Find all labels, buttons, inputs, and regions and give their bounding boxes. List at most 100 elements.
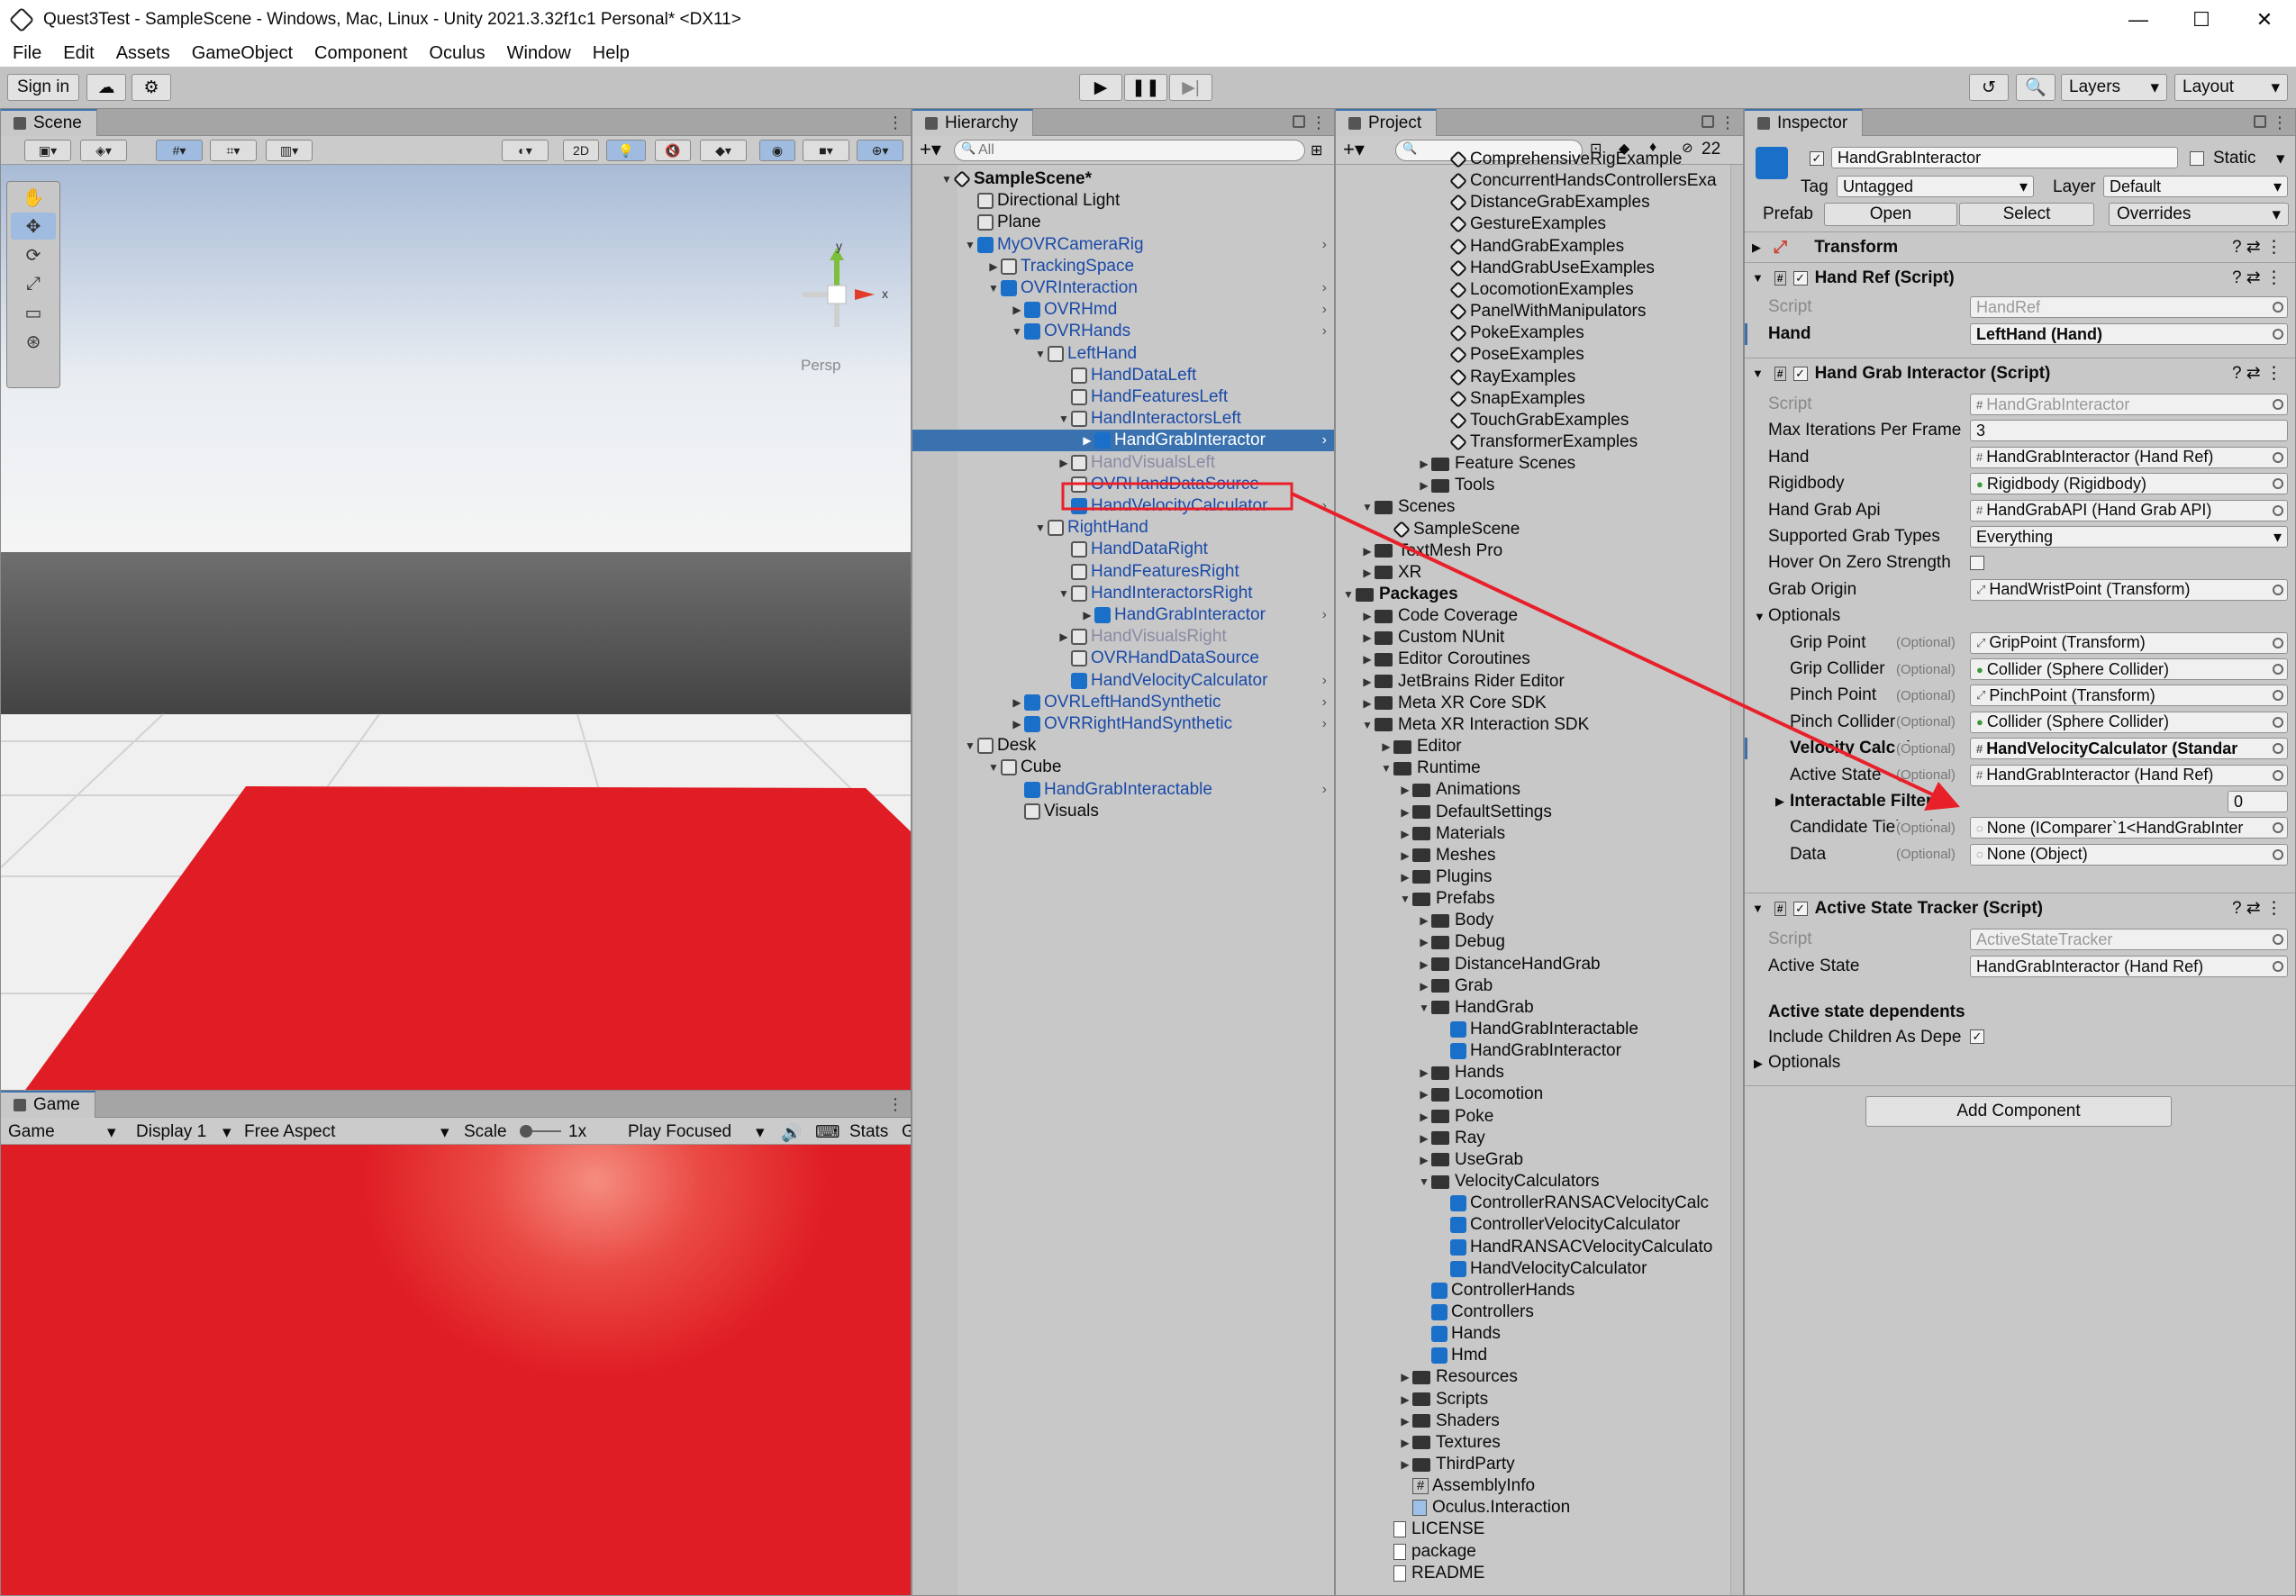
more-icon[interactable]: ⋮ — [887, 1095, 903, 1114]
chevron-down-icon[interactable]: ▼ — [986, 282, 1001, 295]
chevron-down-icon[interactable]: ▼ — [963, 739, 977, 752]
scale-tool-icon[interactable]: ⤢ — [11, 270, 56, 297]
menu-item-oculus[interactable]: Oculus — [416, 43, 494, 64]
chevron-right-icon[interactable]: › — [1322, 498, 1327, 514]
project-row[interactable]: GestureExamples — [1336, 213, 1743, 235]
filters-count-field[interactable]: 0 — [2228, 791, 2288, 812]
aspect-dropdown[interactable]: Free Aspect — [244, 1122, 335, 1142]
project-row[interactable]: ▶ Textures — [1336, 1432, 1743, 1454]
hover-zero-strength-checkbox[interactable] — [1970, 556, 1984, 571]
chevron-right-icon[interactable]: ▶ — [1398, 1393, 1412, 1406]
object-picker-icon[interactable] — [2273, 584, 2283, 595]
chevron-right-icon[interactable]: ▶ — [1360, 676, 1375, 688]
menu-item-edit[interactable]: Edit — [50, 43, 103, 64]
tab-project[interactable]: Project — [1336, 109, 1438, 136]
object-picker-icon[interactable] — [2273, 743, 2283, 755]
stats-button[interactable]: Stats — [849, 1122, 888, 1142]
history-icon[interactable]: ↺ — [1969, 74, 2009, 101]
hierarchy-row[interactable]: ▶ OVRRightHandSynthetic › — [912, 713, 1334, 735]
keyboard-icon[interactable]: ⌨ — [815, 1122, 839, 1143]
field-value[interactable]: ● Rigidbody (Rigidbody) — [1970, 473, 2288, 495]
mute-icon[interactable]: 🔊 — [781, 1122, 803, 1144]
chevron-right-icon[interactable]: ▶ — [1417, 1111, 1431, 1123]
hand-ref-enabled-checkbox[interactable]: ✓ — [1792, 270, 1808, 286]
step-button[interactable]: ▶| — [1169, 74, 1212, 101]
chevron-down-icon[interactable]: ▼ — [1057, 413, 1071, 425]
project-row[interactable]: ▶ Ray — [1336, 1128, 1743, 1149]
object-picker-icon[interactable] — [2273, 451, 2283, 463]
shading-icon[interactable]: ◐▾ — [502, 140, 549, 161]
field-value[interactable]: ◌ None (Object) — [1970, 843, 2288, 866]
component-menu-icons[interactable]: ? ⇄ ⋮ — [2232, 363, 2282, 384]
field-value[interactable]: ⤢ PinchPoint (Transform) — [1970, 685, 2288, 707]
hierarchy-row[interactable]: ▶ HandGrabInteractor › — [912, 604, 1334, 626]
chevron-right-icon[interactable]: ▶ — [1360, 567, 1375, 579]
gizmos-button[interactable]: G — [902, 1122, 911, 1142]
object-name-field[interactable]: HandGrabInteractor — [1831, 147, 2178, 168]
project-row[interactable]: ▼ Packages — [1336, 584, 1743, 605]
field-value[interactable]: ● Collider (Sphere Collider) — [1970, 711, 2288, 733]
field-value[interactable]: 3 — [1970, 420, 2288, 442]
collab-icon[interactable]: ⚙ — [132, 74, 171, 101]
visibility-icon[interactable]: ◉ — [759, 140, 795, 161]
project-row[interactable]: ▶ Meshes — [1336, 845, 1743, 866]
project-row[interactable]: RayExamples — [1336, 367, 1743, 388]
tab-game[interactable]: Game — [1, 1091, 95, 1118]
layers-dropdown[interactable]: Layers ▾ — [2061, 74, 2167, 101]
pause-button[interactable]: ❚❚ — [1124, 74, 1167, 101]
chevron-down-icon[interactable]: ▼ — [1010, 325, 1024, 338]
chevron-down-icon[interactable]: ▼ — [1417, 1175, 1431, 1188]
active-state-tracker-header[interactable]: ▼ # ✓ Active State Tracker (Script) ? ⇄ … — [1745, 893, 2295, 923]
project-row[interactable]: SnapExamples — [1336, 388, 1743, 410]
menu-item-help[interactable]: Help — [580, 43, 639, 64]
more-icon[interactable]: ⋮ — [2272, 113, 2288, 132]
hierarchy-row[interactable]: ▼ Desk — [912, 735, 1334, 757]
chevron-down-icon[interactable]: ▼ — [1057, 587, 1071, 600]
menu-item-component[interactable]: Component — [302, 43, 416, 64]
snap-icon[interactable]: ⌗▾ — [210, 140, 257, 161]
project-row[interactable]: HandGrabInteractor — [1336, 1040, 1743, 1062]
chevron-right-icon[interactable]: ▶ — [1379, 740, 1393, 753]
hierarchy-row[interactable]: ▶ OVRLeftHandSynthetic › — [912, 692, 1334, 713]
project-row[interactable]: ▼ HandGrab — [1336, 997, 1743, 1019]
project-row[interactable]: ▶ TextMesh Pro — [1336, 540, 1743, 562]
hierarchy-row[interactable]: OVRHandDataSource — [912, 648, 1334, 669]
chevron-right-icon[interactable]: ▶ — [1398, 1458, 1412, 1471]
rotate-tool-icon[interactable]: ⟳ — [11, 241, 56, 268]
chevron-right-icon[interactable]: ▶ — [1080, 434, 1094, 447]
lock-icon[interactable] — [2254, 115, 2266, 128]
project-row[interactable]: PokeExamples — [1336, 322, 1743, 344]
object-picker-icon[interactable] — [2273, 822, 2283, 834]
project-row[interactable]: ▶ Meta XR Core SDK — [1336, 693, 1743, 714]
project-row[interactable]: Oculus.Interaction — [1336, 1497, 1743, 1519]
chevron-down-icon[interactable]: ▼ — [1033, 521, 1048, 534]
scale-slider-thumb[interactable] — [520, 1125, 532, 1138]
chevron-right-icon[interactable]: ▶ — [1360, 610, 1375, 622]
project-row[interactable]: ▶ Poke — [1336, 1106, 1743, 1128]
hierarchy-row[interactable]: HandFeaturesLeft — [912, 386, 1334, 408]
chevron-right-icon[interactable]: › — [1322, 782, 1327, 798]
maximize-button[interactable]: ☐ — [2170, 0, 2233, 40]
prefab-open-button[interactable]: Open — [1824, 203, 1957, 226]
gizmos-icon[interactable]: ⊕▾ — [857, 140, 903, 161]
menu-item-gameobject[interactable]: GameObject — [179, 43, 302, 64]
project-row[interactable]: ▼ VelocityCalculators — [1336, 1171, 1743, 1192]
component-menu-icons[interactable]: ? ⇄ ⋮ — [2232, 268, 2282, 288]
static-checkbox[interactable] — [2190, 151, 2204, 166]
chevron-right-icon[interactable]: › — [1322, 607, 1327, 623]
search-icon[interactable]: 🔍 — [2016, 74, 2056, 101]
hierarchy-row[interactable]: HandGrabInteractable › — [912, 779, 1334, 801]
hierarchy-row[interactable]: ▼ OVRHands › — [912, 321, 1334, 342]
project-row[interactable]: LICENSE — [1336, 1519, 1743, 1540]
chevron-right-icon[interactable]: ▶ — [1080, 609, 1094, 621]
project-row[interactable]: ▶ ThirdParty — [1336, 1454, 1743, 1475]
field-value[interactable]: # HandGrabInteractor (Hand Ref) — [1970, 446, 2288, 468]
object-picker-icon[interactable] — [2273, 716, 2283, 728]
active-state-field[interactable]: HandGrabInteractor (Hand Ref) — [1970, 956, 2288, 977]
prefab-overrides-dropdown[interactable]: Overrides ▾ — [2109, 203, 2289, 226]
project-row[interactable]: LocomotionExamples — [1336, 279, 1743, 301]
project-row[interactable]: TouchGrabExamples — [1336, 410, 1743, 431]
project-row[interactable]: Hands — [1336, 1323, 1743, 1345]
chevron-down-icon[interactable]: ▼ — [1341, 588, 1356, 601]
ast-optionals-foldout[interactable]: Optionals — [1768, 1053, 1840, 1073]
